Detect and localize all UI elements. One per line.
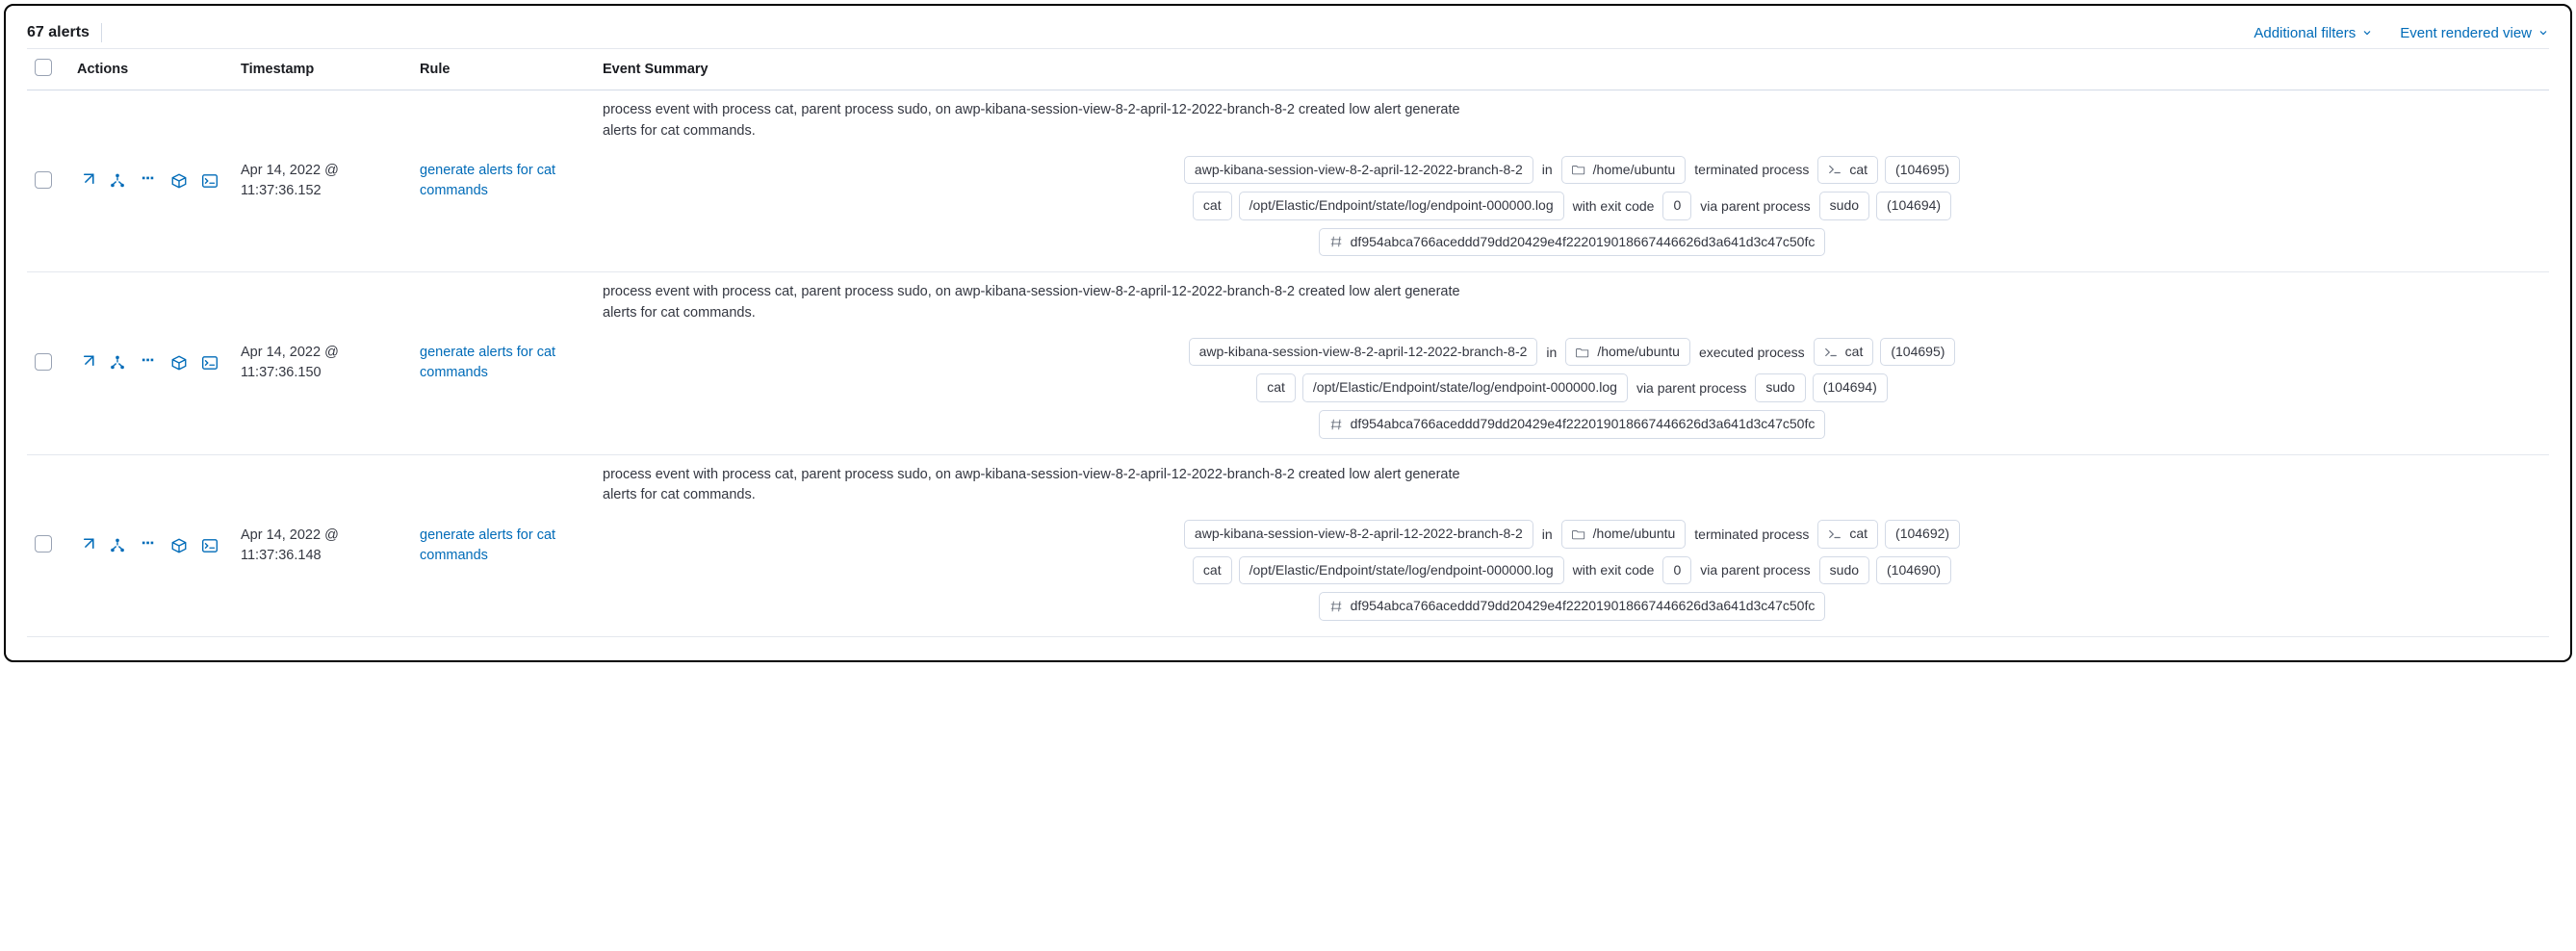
select-all-checkbox[interactable] (35, 59, 52, 76)
chevron-down-icon (2537, 27, 2549, 39)
via-label: via parent process (1698, 194, 1812, 218)
parent-pid-pill[interactable]: (104694) (1876, 192, 1951, 220)
rule-link[interactable]: generate alerts for cat commands (420, 343, 587, 383)
session-view-icon[interactable] (139, 536, 158, 555)
arg-pill[interactable]: cat (1256, 373, 1296, 402)
cube-icon[interactable] (169, 353, 189, 373)
hash-pill[interactable]: df954abca766aceddd79dd20429e4f2220190186… (1319, 592, 1826, 621)
arg-pill[interactable]: cat (1193, 556, 1232, 585)
event-rendered-view-dropdown[interactable]: Event rendered view (2400, 25, 2549, 41)
column-summary: Event Summary (595, 49, 2549, 90)
in-label: in (1540, 158, 1555, 181)
analyzer-icon[interactable] (108, 171, 127, 191)
parent-pid-pill[interactable]: (104694) (1813, 373, 1888, 402)
directory-pill-icon (1576, 346, 1589, 359)
expand-icon[interactable] (77, 353, 96, 373)
arg-path-pill[interactable]: /opt/Elastic/Endpoint/state/log/endpoint… (1239, 556, 1564, 585)
column-actions: Actions (69, 49, 233, 90)
action-label: terminated process (1692, 158, 1811, 181)
expand-icon[interactable] (77, 536, 96, 555)
rule-link[interactable]: generate alerts for cat commands (420, 526, 587, 566)
process-pill[interactable]: cat (1817, 156, 1878, 185)
via-label: via parent process (1698, 558, 1812, 581)
hash-pill-icon (1329, 600, 1343, 613)
action-label: terminated process (1692, 523, 1811, 546)
arg-path-pill[interactable]: /opt/Elastic/Endpoint/state/log/endpoint… (1239, 192, 1564, 220)
column-rule: Rule (412, 49, 595, 90)
host-pill[interactable]: awp-kibana-session-view-8-2-april-12-202… (1189, 338, 1538, 367)
exit-label: with exit code (1571, 194, 1657, 218)
via-label: via parent process (1635, 376, 1748, 399)
timestamp: Apr 14, 2022 @ 11:37:36.152 (241, 161, 404, 201)
action-label: executed process (1697, 341, 1807, 364)
parent-process-pill[interactable]: sudo (1819, 556, 1869, 585)
pid-pill[interactable]: (104695) (1885, 156, 1960, 185)
process-pill[interactable]: cat (1817, 520, 1878, 549)
additional-filters-dropdown[interactable]: Additional filters (2254, 25, 2373, 41)
cube-icon[interactable] (169, 536, 189, 555)
event-summary-text: process event with process cat, parent p… (603, 282, 1469, 324)
chevron-down-icon (2361, 27, 2373, 39)
arg-path-pill[interactable]: /opt/Elastic/Endpoint/state/log/endpoint… (1302, 373, 1628, 402)
session-view-icon[interactable] (139, 353, 158, 373)
row-actions (77, 353, 225, 373)
terminal-icon[interactable] (200, 536, 219, 555)
rule-link[interactable]: generate alerts for cat commands (420, 161, 587, 201)
pid-pill[interactable]: (104695) (1880, 338, 1955, 367)
in-label: in (1540, 523, 1555, 546)
hash-pill[interactable]: df954abca766aceddd79dd20429e4f2220190186… (1319, 228, 1826, 257)
parent-process-pill[interactable]: sudo (1819, 192, 1869, 220)
directory-pill-icon (1572, 527, 1585, 541)
table-row: Apr 14, 2022 @ 11:37:36.150 generate aler… (27, 272, 2549, 454)
exit-code-pill[interactable]: 0 (1662, 556, 1691, 585)
row-actions (77, 171, 225, 191)
pid-pill[interactable]: (104692) (1885, 520, 1960, 549)
event-summary-text: process event with process cat, parent p… (603, 100, 1469, 142)
column-timestamp: Timestamp (233, 49, 412, 90)
hash-pill-icon (1329, 235, 1343, 248)
directory-pill[interactable]: /home/ubuntu (1561, 156, 1687, 185)
session-view-icon[interactable] (139, 171, 158, 191)
timestamp: Apr 14, 2022 @ 11:37:36.148 (241, 526, 404, 566)
alerts-table: Actions Timestamp Rule Event Summary Apr… (27, 48, 2549, 637)
parent-pid-pill[interactable]: (104690) (1876, 556, 1951, 585)
terminal-icon[interactable] (200, 171, 219, 191)
exit-label: with exit code (1571, 558, 1657, 581)
analyzer-icon[interactable] (108, 536, 127, 555)
directory-pill[interactable]: /home/ubuntu (1565, 338, 1690, 367)
in-label: in (1544, 341, 1558, 364)
parent-process-pill[interactable]: sudo (1755, 373, 1805, 402)
table-row: Apr 14, 2022 @ 11:37:36.152 generate aler… (27, 90, 2549, 272)
exit-code-pill[interactable]: 0 (1662, 192, 1691, 220)
process-pill-icon (1828, 527, 1842, 541)
hash-pill-icon (1329, 418, 1343, 431)
expand-icon[interactable] (77, 171, 96, 191)
directory-pill[interactable]: /home/ubuntu (1561, 520, 1687, 549)
host-pill[interactable]: awp-kibana-session-view-8-2-april-12-202… (1184, 156, 1533, 185)
event-summary-text: process event with process cat, parent p… (603, 465, 1469, 507)
arg-pill[interactable]: cat (1193, 192, 1232, 220)
row-actions (77, 536, 225, 555)
table-row: Apr 14, 2022 @ 11:37:36.148 generate aler… (27, 454, 2549, 636)
row-checkbox[interactable] (35, 171, 52, 189)
hash-pill[interactable]: df954abca766aceddd79dd20429e4f2220190186… (1319, 410, 1826, 439)
alert-count: 67 alerts (27, 23, 102, 42)
host-pill[interactable]: awp-kibana-session-view-8-2-april-12-202… (1184, 520, 1533, 549)
analyzer-icon[interactable] (108, 353, 127, 373)
timestamp: Apr 14, 2022 @ 11:37:36.150 (241, 343, 404, 383)
row-checkbox[interactable] (35, 535, 52, 553)
terminal-icon[interactable] (200, 353, 219, 373)
row-checkbox[interactable] (35, 353, 52, 371)
process-pill-icon (1828, 163, 1842, 176)
cube-icon[interactable] (169, 171, 189, 191)
process-pill[interactable]: cat (1814, 338, 1874, 367)
directory-pill-icon (1572, 163, 1585, 176)
process-pill-icon (1824, 346, 1838, 359)
